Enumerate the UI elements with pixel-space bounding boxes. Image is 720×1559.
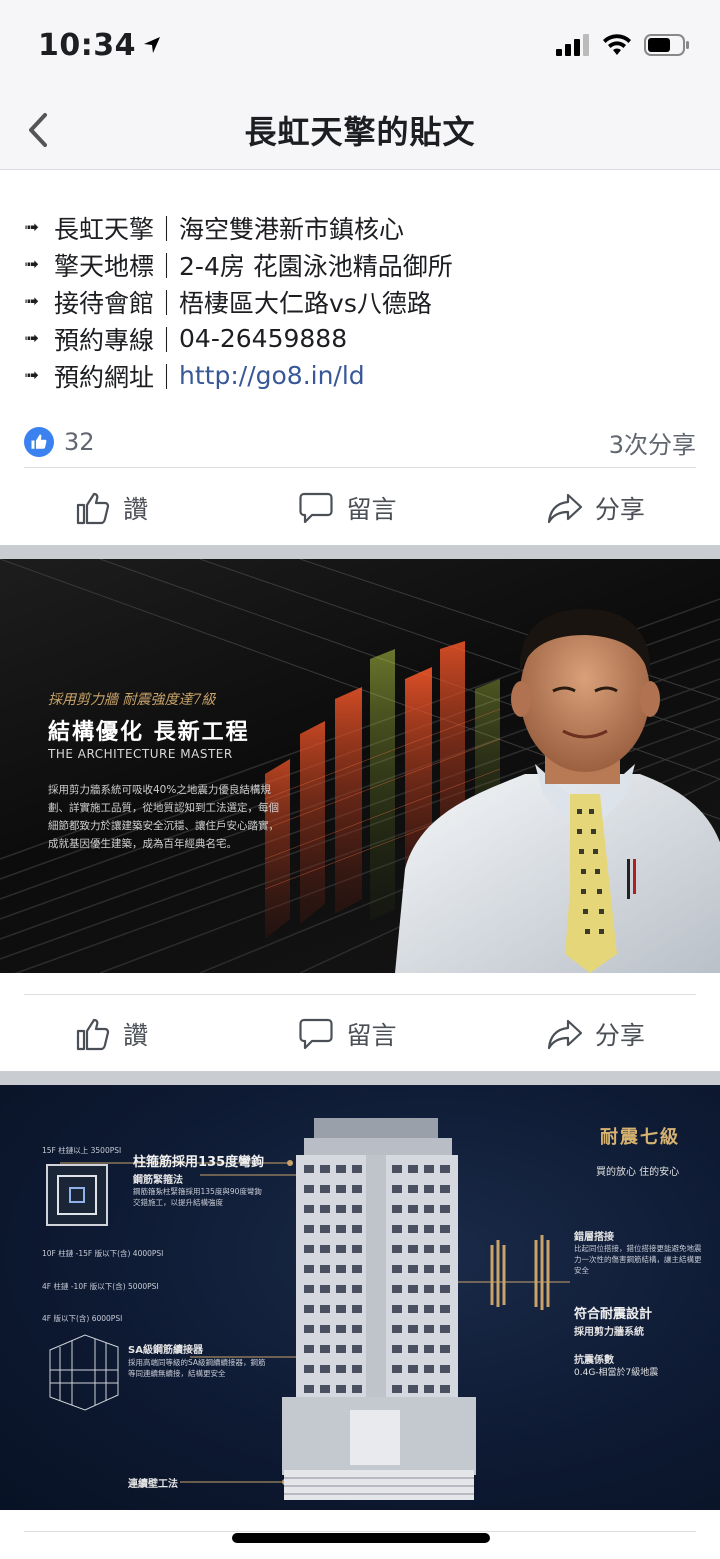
phone-link[interactable]: 04-26459888 xyxy=(179,324,347,353)
post-photo-structure-diagram[interactable]: 15F 柱鏈以上 3500PSI 10F 柱鏈 -15F 版以下(含) 4000… xyxy=(0,1085,720,1510)
seismic-design-title: 符合耐震設計 xyxy=(574,1307,653,1322)
post-line: ➟ 接待會館 ｜ 梧棲區大仁路vs八德路 xyxy=(24,283,696,320)
share-label: 分享 xyxy=(594,1021,645,1050)
divider xyxy=(24,1531,696,1532)
battery-icon xyxy=(644,34,689,56)
label-below-4f-concrete: 4F 版以下(含) 6000PSI xyxy=(42,1314,123,1323)
like-badge-icon xyxy=(24,427,54,457)
presenter-portrait-image xyxy=(395,609,720,973)
line-separator: ｜ xyxy=(154,325,180,355)
location-arrow-icon xyxy=(144,37,160,53)
divider xyxy=(24,467,696,468)
feed-separator xyxy=(0,545,720,559)
photo-english-title: THE ARCHITECTURE MASTER xyxy=(48,747,233,761)
comment-button[interactable]: 留言 xyxy=(298,1016,397,1052)
line-separator: ｜ xyxy=(154,288,180,318)
wifi-icon xyxy=(603,34,631,55)
staggered-lap-title: 錯層搭接 xyxy=(574,1232,614,1243)
status-time: 10:34 xyxy=(38,28,162,63)
home-indicator[interactable] xyxy=(232,1533,490,1543)
line-label: 預約專線 xyxy=(54,325,155,355)
thumbs-up-icon xyxy=(77,1018,110,1051)
chevron-left-icon xyxy=(29,113,47,147)
line-separator: ｜ xyxy=(154,362,180,392)
line-label: 擎天地標 xyxy=(54,251,155,281)
share-label: 分享 xyxy=(594,495,645,524)
post-photo-architecture-master[interactable]: 採用剪力牆 耐震強度達7級 結構優化 長新工程 THE ARCHITECTURE… xyxy=(0,559,720,973)
seismic-coefficient-value: 0.4G-相當於7級地震 xyxy=(574,1368,659,1378)
post-body: ➟ 長虹天擎 ｜ 海空雙港新市鎮核心 ➟ 擎天地標 ｜ 2-4房 花園泳池精品御… xyxy=(0,171,720,459)
seismic-subtitle: 買的放心 住的安心 xyxy=(596,1167,680,1178)
line-text: 海空雙港新市鎮核心 xyxy=(179,214,405,244)
arrow-icon: ➟ xyxy=(24,217,39,238)
comment-label: 留言 xyxy=(346,1021,397,1050)
seismic-title: 耐震七級 xyxy=(600,1127,680,1148)
line-separator: ｜ xyxy=(154,251,180,281)
label-10f-concrete: 10F 柱鏈 -15F 版以下(含) 4000PSI xyxy=(42,1249,164,1258)
staggered-lap-description: 比起同位搭接，錯位搭接更能避免地震力一次性的傷害鋼筋結構，讓主結構更安全 xyxy=(574,1244,702,1275)
line-separator: ｜ xyxy=(154,214,180,244)
action-bar: 讚 留言 分享 xyxy=(0,470,720,546)
arrow-icon: ➟ xyxy=(24,254,39,275)
thumbs-up-icon xyxy=(77,492,110,525)
line-label: 預約網址 xyxy=(54,362,155,392)
comment-button[interactable]: 留言 xyxy=(298,490,397,526)
share-arrow-icon xyxy=(547,1019,582,1050)
engagement-row: 32 3次分享 xyxy=(24,414,696,470)
like-count: 32 xyxy=(64,428,95,456)
label-15f-concrete: 15F 柱鏈以上 3500PSI xyxy=(42,1146,122,1155)
seismic-design-subtitle: 採用剪力牆系統 xyxy=(574,1327,644,1338)
photo-body-text: 採用剪力牆系統可吸收40%之地震力優良結構規劃、詳實施工品質，從地質認知到工法選… xyxy=(48,784,279,850)
status-bar: 10:34 xyxy=(0,0,720,90)
feed-separator xyxy=(0,1071,720,1085)
share-count[interactable]: 3次分享 xyxy=(609,425,696,460)
diaphragm-wall-label: 連續壁工法 xyxy=(128,1479,178,1490)
like-label: 讚 xyxy=(123,1021,149,1050)
share-button[interactable]: 分享 xyxy=(547,1016,645,1052)
clock: 10:34 xyxy=(38,27,136,63)
comment-bubble-icon xyxy=(299,1018,334,1050)
arrow-icon: ➟ xyxy=(24,328,39,349)
arrow-icon: ➟ xyxy=(24,365,39,386)
like-label: 讚 xyxy=(123,495,149,524)
label-4f-concrete: 4F 柱鏈 -10F 版以下(含) 5000PSI xyxy=(42,1282,159,1291)
photo-subtitle: 採用剪力牆 耐震強度達7級 xyxy=(48,692,216,708)
seismic-coefficient-title: 抗震係數 xyxy=(574,1355,614,1366)
website-link[interactable]: http://go8.in/ld xyxy=(179,361,365,390)
line-label: 接待會館 xyxy=(54,288,155,318)
line-text: 2-4房 花園泳池精品御所 xyxy=(179,251,453,281)
post-line: ➟ 擎天地標 ｜ 2-4房 花園泳池精品御所 xyxy=(24,246,696,283)
like-button[interactable]: 讚 xyxy=(75,490,148,526)
post-text: ➟ 長虹天擎 ｜ 海空雙港新市鎮核心 ➟ 擎天地標 ｜ 2-4房 花園泳池精品御… xyxy=(0,171,720,394)
share-arrow-icon xyxy=(547,493,582,524)
action-bar: 讚 留言 分享 xyxy=(0,996,720,1072)
post-line: ➟ 長虹天擎 ｜ 海空雙港新市鎮核心 xyxy=(24,209,696,246)
hook-subtitle: 鋼筋緊箍法 xyxy=(133,1175,183,1186)
page-title: 長虹天擎的貼文 xyxy=(244,112,476,151)
post-line: ➟ 預約專線 ｜ 04-26459888 xyxy=(24,320,696,357)
reaction-summary[interactable]: 32 xyxy=(24,427,95,457)
comment-label: 留言 xyxy=(346,495,397,524)
line-label: 長虹天擎 xyxy=(54,214,155,244)
share-button[interactable]: 分享 xyxy=(547,490,645,526)
arrow-icon: ➟ xyxy=(24,291,39,312)
sa-coupler-description: 採用高端同等級的SA級鋼續續接器，鋼筋等同連續無續接，結構更安全 xyxy=(128,1358,266,1378)
divider xyxy=(24,994,696,995)
like-button[interactable]: 讚 xyxy=(75,1016,148,1052)
hook-description: 鋼筋箍紮柱緊箍採用135度與90度彎鉤交錯施工，以提升結構強度 xyxy=(133,1187,262,1207)
comment-bubble-icon xyxy=(299,492,334,524)
hook-title: 柱箍筋採用135度彎鉤 xyxy=(133,1155,265,1170)
post-line: ➟ 預約網址 ｜ http://go8.in/ld xyxy=(24,357,696,394)
line-text: 梧棲區大仁路vs八德路 xyxy=(179,288,432,318)
status-icons xyxy=(556,34,690,56)
cellular-signal-icon xyxy=(556,34,589,56)
navigation-bar: 長虹天擎的貼文 xyxy=(0,90,720,170)
photo-title: 結構優化 長新工程 xyxy=(48,720,250,745)
sa-coupler-title: SA級鋼筋續接器 xyxy=(128,1345,203,1356)
back-button[interactable] xyxy=(18,108,58,152)
